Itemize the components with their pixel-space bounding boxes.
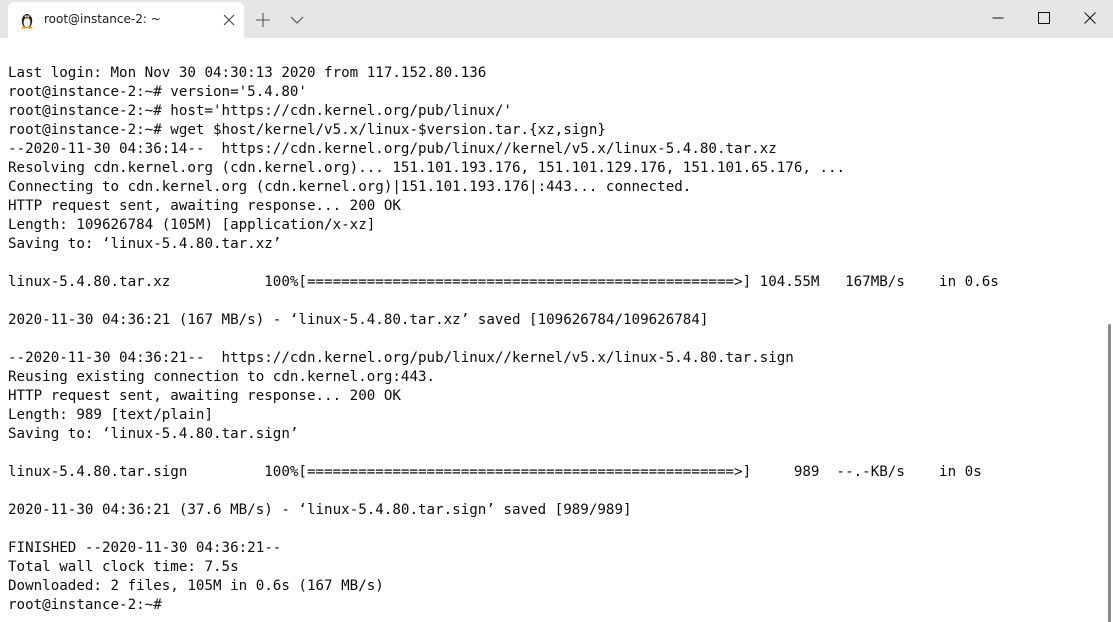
terminal-line: root@instance-2:~# wget $host/kernel/v5.… (8, 122, 606, 138)
terminal-line: --2020-11-30 04:36:21-- https://cdn.kern… (8, 350, 794, 366)
terminal-line: Connecting to cdn.kernel.org (cdn.kernel… (8, 179, 692, 195)
terminal-line: Last login: Mon Nov 30 04:30:13 2020 fro… (8, 65, 487, 81)
terminal-line: Length: 989 [text/plain] (8, 407, 213, 423)
terminal-line: Saving to: ‘linux-5.4.80.tar.xz’ (8, 236, 282, 252)
terminal-output[interactable]: Last login: Mon Nov 30 04:30:13 2020 fro… (0, 38, 1113, 622)
terminal-line: HTTP request sent, awaiting response... … (8, 388, 401, 404)
terminal-lines: Last login: Mon Nov 30 04:30:13 2020 fro… (8, 64, 999, 615)
terminal-line: --2020-11-30 04:36:14-- https://cdn.kern… (8, 141, 777, 157)
terminal-line: linux-5.4.80.tar.sign 100%[=============… (8, 464, 982, 480)
terminal-line: Length: 109626784 (105M) [application/x-… (8, 217, 376, 233)
terminal-line: 2020-11-30 04:36:21 (167 MB/s) - ‘linux-… (8, 312, 709, 328)
terminal-prompt-line[interactable]: root@instance-2:~# (8, 596, 999, 615)
tab-root-instance-2[interactable]: root@instance-2: ~ (8, 2, 244, 38)
tux-penguin-icon (19, 11, 35, 29)
plus-icon[interactable] (254, 11, 272, 29)
terminal-line: root@instance-2:~# version='5.4.80' (8, 84, 307, 100)
terminal-line: Resolving cdn.kernel.org (cdn.kernel.org… (8, 160, 846, 176)
terminal-window: root@instance-2: ~ Last login: Mon Nov 3… (0, 0, 1113, 622)
terminal-line: Reusing existing connection to cdn.kerne… (8, 369, 436, 385)
minimize-button[interactable] (975, 0, 1021, 36)
terminal-line: FINISHED --2020-11-30 04:36:21-- (8, 540, 282, 556)
terminal-line: Total wall clock time: 7.5s (8, 559, 239, 575)
terminal-line: 2020-11-30 04:36:21 (37.6 MB/s) - ‘linux… (8, 502, 632, 518)
tab-close-icon[interactable] (222, 13, 236, 27)
tab-title: root@instance-2: ~ (44, 12, 161, 26)
terminal-line: Saving to: ‘linux-5.4.80.tar.sign’ (8, 426, 299, 442)
terminal-line: root@instance-2:~# host='https://cdn.ker… (8, 103, 512, 119)
terminal-line: HTTP request sent, awaiting response... … (8, 198, 401, 214)
title-bar[interactable]: root@instance-2: ~ (0, 0, 1113, 38)
chevron-down-icon[interactable] (289, 12, 305, 28)
vertical-scrollbar[interactable] (1108, 324, 1111, 622)
maximize-button[interactable] (1021, 0, 1067, 36)
terminal-line: Downloaded: 2 files, 105M in 0.6s (167 M… (8, 578, 384, 594)
terminal-line: linux-5.4.80.tar.xz 100%[===============… (8, 274, 999, 290)
close-window-button[interactable] (1067, 0, 1113, 36)
